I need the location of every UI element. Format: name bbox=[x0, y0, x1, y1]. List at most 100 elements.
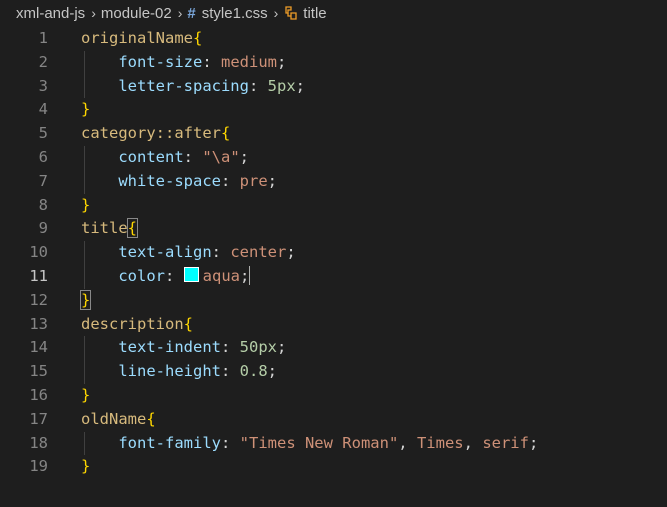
css-value: serif bbox=[482, 433, 529, 452]
line-content: line-height: 0.8; bbox=[81, 360, 277, 384]
brace: } bbox=[81, 195, 91, 214]
breadcrumb-file[interactable]: style1.css bbox=[202, 5, 268, 22]
code-line[interactable]: 3 letter-spacing: 5px; bbox=[0, 75, 667, 99]
symbol-class-icon bbox=[285, 6, 297, 20]
line-number: 1 bbox=[38, 29, 48, 47]
css-number-value: 0.8 bbox=[239, 362, 268, 381]
css-selector: description bbox=[81, 314, 184, 333]
line-number: 4 bbox=[38, 100, 48, 119]
code-line[interactable]: 16} bbox=[0, 384, 667, 408]
line-number: 10 bbox=[29, 243, 48, 262]
css-property: line-height bbox=[118, 362, 221, 381]
css-value: pre bbox=[239, 171, 268, 190]
line-content: category::after{ bbox=[81, 122, 230, 146]
color-swatch[interactable] bbox=[183, 266, 199, 282]
line-number: 18 bbox=[29, 433, 48, 452]
line-content: text-align: center; bbox=[81, 241, 295, 265]
css-file-icon: # bbox=[187, 4, 196, 22]
line-number: 19 bbox=[29, 457, 48, 476]
line-content: } bbox=[81, 98, 90, 122]
line-content: description{ bbox=[81, 313, 193, 337]
breadcrumb-symbol[interactable]: title bbox=[303, 5, 326, 22]
punctuation: : bbox=[220, 433, 240, 452]
css-value: aqua bbox=[202, 266, 240, 285]
brace: } bbox=[81, 100, 91, 119]
line-content: color: aqua; bbox=[81, 265, 251, 289]
breadcrumb-subfolder[interactable]: module-02 bbox=[101, 5, 172, 22]
css-number-value: 5px bbox=[267, 76, 296, 95]
brace: } bbox=[79, 289, 92, 310]
punctuation: ; bbox=[240, 266, 250, 285]
line-content: } bbox=[81, 384, 90, 408]
brace: { bbox=[146, 409, 156, 428]
punctuation: : bbox=[211, 243, 231, 262]
line-content: white-space: pre; bbox=[81, 170, 277, 194]
line-content: title{ bbox=[81, 217, 139, 241]
line-number: 16 bbox=[29, 385, 48, 404]
code-line[interactable]: 4} bbox=[0, 98, 667, 122]
code-line[interactable]: 15 line-height: 0.8; bbox=[0, 360, 667, 384]
punctuation: , bbox=[398, 433, 417, 452]
punctuation: , bbox=[463, 433, 483, 452]
line-number: 12 bbox=[29, 290, 48, 309]
code-line[interactable]: 6 content: "\a"; bbox=[0, 146, 667, 170]
chevron-right-icon: › bbox=[91, 5, 96, 21]
code-line[interactable]: 8} bbox=[0, 194, 667, 218]
breadcrumb: xml-and-js › module-02 › # style1.css › … bbox=[0, 0, 667, 26]
css-property: content bbox=[118, 147, 184, 166]
line-number: 15 bbox=[29, 362, 48, 381]
css-selector: category::after bbox=[81, 124, 221, 143]
code-line[interactable]: 13 description{ bbox=[0, 313, 667, 337]
code-line[interactable]: 5 category::after{ bbox=[0, 122, 667, 146]
line-content: } bbox=[81, 194, 90, 218]
punctuation: ; bbox=[267, 362, 277, 381]
code-line[interactable]: 9 title{ bbox=[0, 217, 667, 241]
css-string-value: "Times New Roman" bbox=[239, 433, 399, 452]
line-number: 3 bbox=[38, 76, 48, 95]
punctuation: ; bbox=[267, 171, 277, 190]
line-content: oldName{ bbox=[81, 408, 156, 432]
line-number: 8 bbox=[38, 195, 48, 214]
punctuation: ; bbox=[277, 52, 287, 71]
line-number: 14 bbox=[29, 338, 48, 357]
brace: { bbox=[126, 218, 139, 239]
line-number: 13 bbox=[29, 314, 48, 333]
code-editor[interactable]: xml-and-js › module-02 › # style1.css › … bbox=[0, 0, 667, 507]
punctuation: : bbox=[165, 266, 184, 285]
code-line[interactable]: 1 originalName{ bbox=[0, 27, 667, 51]
css-string-value: "\a" bbox=[202, 147, 240, 166]
code-line[interactable]: 18 font-family: "Times New Roman", Times… bbox=[0, 432, 667, 456]
punctuation: : bbox=[202, 52, 221, 71]
line-content: } bbox=[79, 289, 92, 313]
breadcrumb-folder[interactable]: xml-and-js bbox=[16, 5, 85, 22]
line-number: 5 bbox=[38, 124, 48, 143]
code-line[interactable]: 19} bbox=[0, 455, 667, 479]
code-line[interactable]: 12} bbox=[0, 289, 667, 313]
line-content: font-family: "Times New Roman", Times, s… bbox=[81, 432, 538, 456]
css-selector: originalName bbox=[81, 29, 193, 47]
brace: } bbox=[81, 385, 91, 404]
css-property: font-size bbox=[118, 52, 203, 71]
code-line[interactable]: 2 font-size: medium; bbox=[0, 51, 667, 75]
code-line[interactable]: 11 color: aqua; bbox=[0, 265, 667, 289]
punctuation: : bbox=[248, 76, 268, 95]
code-area[interactable]: 1 originalName{2 font-size: medium; 3 lett… bbox=[0, 27, 667, 479]
punctuation: : bbox=[220, 338, 240, 357]
code-line[interactable]: 17 oldName{ bbox=[0, 408, 667, 432]
line-content: originalName{ bbox=[81, 27, 202, 51]
css-value: medium bbox=[221, 52, 277, 71]
css-property: text-align bbox=[118, 243, 212, 262]
css-property: letter-spacing bbox=[118, 76, 249, 95]
css-number-value: 50px bbox=[239, 338, 277, 357]
punctuation: : bbox=[220, 362, 240, 381]
css-property: white-space bbox=[118, 171, 221, 190]
css-property: color bbox=[118, 266, 165, 285]
brace: { bbox=[192, 29, 203, 47]
punctuation: ; bbox=[276, 338, 287, 357]
code-line[interactable]: 10 text-align: center; bbox=[0, 241, 667, 265]
line-number: 7 bbox=[38, 171, 48, 190]
line-content: } bbox=[81, 455, 90, 479]
code-line[interactable]: 14 text-indent: 50px; bbox=[0, 336, 667, 360]
code-line[interactable]: 7 white-space: pre; bbox=[0, 170, 667, 194]
punctuation: ; bbox=[295, 76, 305, 95]
